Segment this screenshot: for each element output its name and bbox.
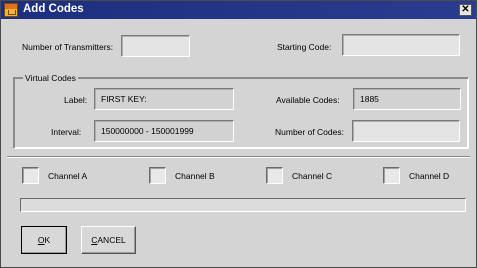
interval-field: 150000000 - 150001999 [94,120,234,142]
channel-b-checkbox[interactable] [149,167,166,184]
window-title: Add Codes [23,3,84,15]
progress-bar [20,198,466,212]
ok-button[interactable]: OK [21,226,67,254]
number-of-codes-input[interactable] [352,120,460,142]
num-transmitters-label: Number of Transmitters: [22,42,114,52]
number-of-codes-label: Number of Codes: [275,127,344,137]
cancel-label-rest: ANCEL [97,235,126,245]
cancel-button[interactable]: CANCEL [81,226,136,254]
interval-label: Interval: [51,127,82,137]
starting-code-input[interactable] [342,34,460,56]
title-bar: Add Codes ✕ [1,1,476,19]
channel-a-checkbox[interactable] [22,167,39,184]
app-icon-mark [8,10,16,15]
virtual-codes-legend: Virtual Codes [23,73,78,83]
add-codes-dialog: Add Codes ✕ Number of Transmitters: Star… [0,0,477,268]
app-icon [4,3,18,17]
available-codes-field: 1885 [353,88,461,110]
channel-c-label: Channel C [292,171,333,181]
available-codes-label: Available Codes: [276,95,340,105]
num-transmitters-input[interactable] [121,35,190,57]
close-icon: ✕ [461,4,470,15]
label-value-field: FIRST KEY: [94,88,234,110]
channel-a-label: Channel A [48,171,88,181]
separator [7,156,470,158]
channel-d-checkbox[interactable] [383,167,400,184]
channel-c-checkbox[interactable] [266,167,283,184]
channel-b-label: Channel B [175,171,215,181]
starting-code-label: Starting Code: [277,42,332,52]
channel-d-label: Channel D [409,171,450,181]
ok-label-rest: K [44,235,51,245]
label-field-label: Label: [64,95,88,105]
app-icon-band [5,4,17,9]
close-button[interactable]: ✕ [459,4,472,16]
